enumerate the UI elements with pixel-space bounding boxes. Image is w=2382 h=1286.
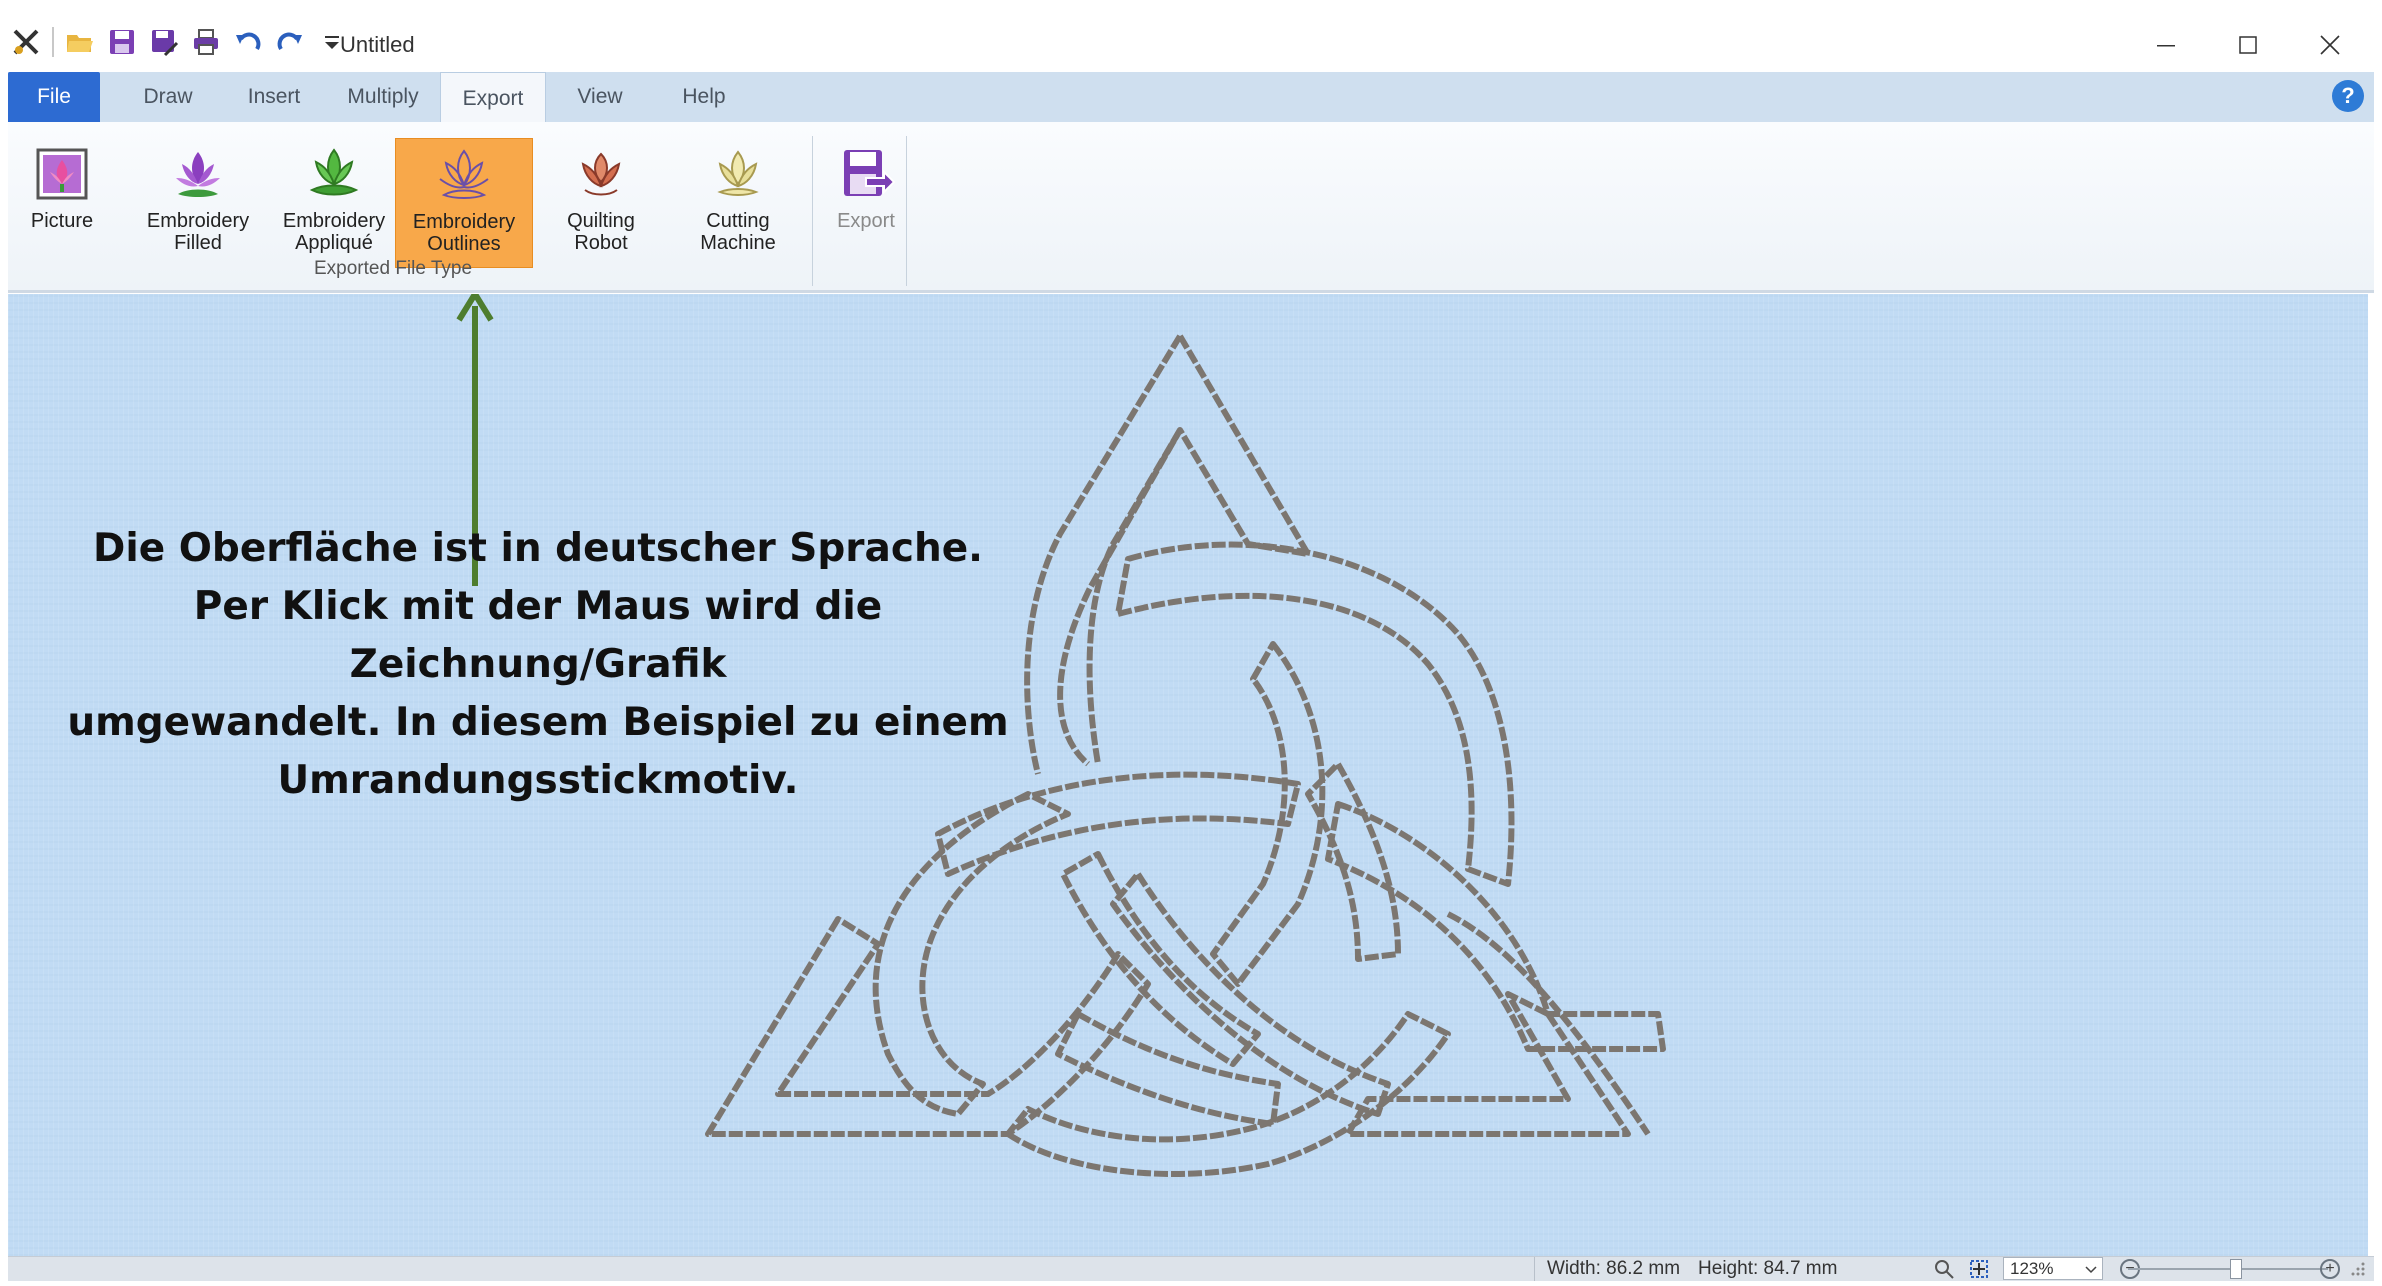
design-canvas[interactable]: Die Oberfläche ist in deutscher Sprache.… (8, 294, 2368, 1256)
zoom-in-icon[interactable]: + (2320, 1259, 2340, 1279)
tab-view[interactable]: View (548, 72, 652, 122)
width-readout: Width: 86.2 mm (1547, 1258, 1681, 1279)
save-icon[interactable] (106, 26, 138, 58)
zoom-to-fit-icon[interactable] (1932, 1258, 1956, 1286)
zoom-level-value: 123% (2010, 1258, 2054, 1278)
embroidery-applique-button[interactable]: Embroidery Appliqué (266, 138, 402, 266)
tab-export[interactable]: Export (440, 72, 546, 124)
zoom-slider-track[interactable] (2128, 1268, 2328, 1270)
export-icon (844, 150, 896, 196)
close-button[interactable] (2300, 20, 2360, 70)
annotation-line-2: Per Klick mit der Maus wird die Zeichnun… (193, 584, 883, 687)
quilting-robot-button[interactable]: Quilting Robot (533, 138, 669, 266)
embroidery-filled-icon (176, 152, 220, 197)
cutting-machine-label: Cutting Machine (700, 210, 776, 254)
ribbon-tab-bar: File Draw Insert Multiply Export View He… (8, 72, 2374, 124)
redo-icon[interactable] (274, 26, 306, 58)
embroidery-outlines-label: Embroidery Outlines (412, 211, 516, 255)
annotation-line-1: Die Oberfläche ist in deutscher Sprache. (92, 526, 983, 571)
design-dimensions: Width: 86.2 mm Height: 84.7 mm (1534, 1257, 1837, 1281)
zoom-slider-thumb[interactable] (2230, 1259, 2242, 1279)
group-label-exported-file-type: Exported File Type (314, 258, 473, 279)
group-divider (906, 136, 907, 286)
cutting-machine-icon (717, 150, 759, 196)
zoom-level-select[interactable]: 123% (2003, 1257, 2103, 1280)
embroidery-applique-label: Embroidery Appliqué (282, 210, 386, 254)
minimize-icon (2157, 45, 2175, 47)
tab-help[interactable]: Help (652, 72, 756, 122)
embroidery-filled-label: Embroidery Filled (146, 210, 250, 254)
export-label: Export (837, 210, 895, 232)
ribbon-panel: Picture Embroidery Filled Embroidery App… (8, 122, 2374, 293)
open-icon[interactable] (64, 26, 96, 58)
quilting-robot-label: Quilting Robot (567, 210, 635, 254)
minimize-button[interactable] (2136, 20, 2196, 70)
maximize-icon (2239, 36, 2257, 54)
embroidery-outlines-button[interactable]: Embroidery Outlines (395, 138, 533, 268)
tab-draw[interactable]: Draw (116, 72, 220, 122)
tab-insert[interactable]: Insert (222, 72, 326, 122)
annotation-text: Die Oberfläche ist in deutscher Sprache.… (38, 520, 1038, 810)
help-icon[interactable]: ? (2332, 80, 2364, 112)
chevron-down-icon (2085, 1266, 2097, 1274)
annotation-line-3: umgewandelt. In diesem Beispiel zu einem (67, 700, 1009, 745)
print-icon[interactable] (190, 26, 222, 58)
cutting-machine-button[interactable]: Cutting Machine (670, 138, 806, 266)
embroidery-applique-icon (309, 148, 359, 196)
quilting-robot-icon (581, 152, 621, 196)
status-bar: Width: 86.2 mm Height: 84.7 mm 123% − + (8, 1256, 2374, 1281)
embroidery-filled-button[interactable]: Embroidery Filled (130, 138, 266, 266)
quick-access-toolbar (10, 26, 348, 58)
toolbar-separator (52, 27, 54, 57)
title-bar: Untitled (0, 0, 2382, 72)
maximize-button[interactable] (2218, 20, 2278, 70)
undo-icon[interactable] (232, 26, 264, 58)
tab-multiply[interactable]: Multiply (328, 72, 438, 122)
height-readout: Height: 84.7 mm (1698, 1258, 1838, 1279)
save-as-icon[interactable] (148, 26, 180, 58)
embroidery-outlines-icon (439, 149, 489, 199)
picture-button[interactable]: Picture (0, 138, 130, 266)
window-title: Untitled (340, 32, 415, 57)
picture-icon (36, 148, 88, 200)
export-button[interactable]: Export (798, 138, 934, 266)
annotation-line-4: Umrandungsstickmotiv. (277, 758, 799, 803)
close-icon (2320, 35, 2340, 55)
tab-file[interactable]: File (8, 72, 100, 122)
zoom-selection-icon[interactable] (1968, 1258, 1992, 1286)
picture-label: Picture (30, 210, 94, 232)
app-logo-icon[interactable] (10, 26, 42, 58)
